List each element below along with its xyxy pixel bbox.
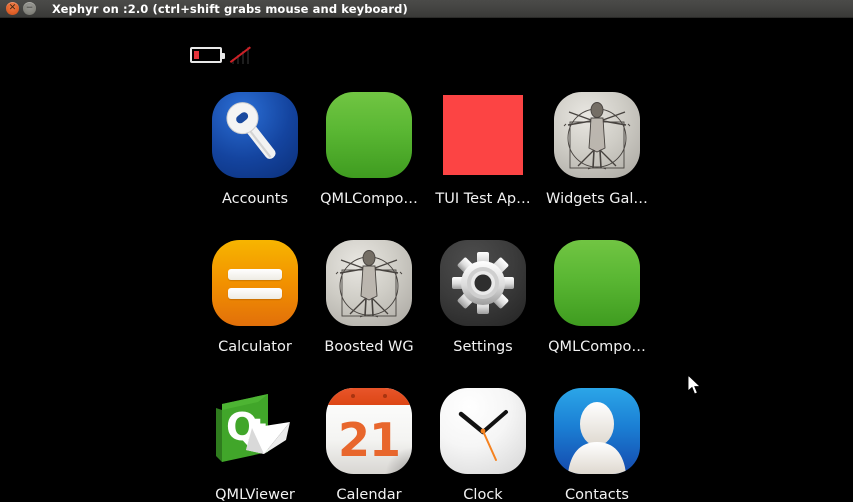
app-icon-wrapper[interactable] (550, 236, 644, 330)
app-label: Contacts (565, 487, 629, 502)
app-qmlcomponents-2[interactable]: QMLCompo… (540, 236, 654, 384)
equals-icon (212, 240, 298, 326)
status-bar (190, 44, 254, 66)
app-label: Widgets Gal… (546, 191, 648, 207)
signal-icon (229, 46, 254, 64)
battery-level (194, 51, 199, 59)
green-blank-icon (554, 240, 640, 326)
battery-icon (190, 47, 225, 63)
arrow-pointer-icon (687, 373, 702, 396)
key-icon (212, 92, 298, 178)
minimize-icon: − (25, 3, 34, 13)
close-button[interactable]: ✕ (6, 2, 19, 15)
vitruvian-icon (326, 240, 412, 326)
app-boosted-wg[interactable]: Boosted WG (312, 236, 426, 384)
red-square-icon (443, 95, 523, 175)
app-label: Accounts (221, 191, 289, 207)
app-label: QMLCompo… (548, 339, 646, 355)
calendar-ring-hole-1 (351, 394, 355, 398)
xephyr-window: ✕ − Xephyr on :2.0 (ctrl+shift grabs mou… (0, 0, 853, 502)
app-label: Settings (453, 339, 513, 355)
app-label: Clock (463, 487, 503, 502)
app-icon-wrapper[interactable] (322, 236, 416, 330)
app-contacts[interactable]: Contacts (540, 384, 654, 502)
gear-icon (440, 240, 526, 326)
app-icon-wrapper[interactable] (436, 88, 530, 182)
app-label: QMLCompo… (320, 191, 418, 207)
equals-bar-bottom (228, 288, 282, 299)
minimize-button[interactable]: − (23, 2, 36, 15)
app-label: Calendar (336, 487, 402, 502)
vitruvian-icon (554, 92, 640, 178)
app-clock[interactable]: Clock (426, 384, 540, 502)
app-grid: Accounts QMLCompo… TUI Test Ap… Widgets … (198, 88, 658, 502)
app-label: Boosted WG (324, 339, 414, 355)
calendar-ring-hole-2 (383, 394, 387, 398)
app-icon-wrapper[interactable] (208, 236, 302, 330)
app-icon-wrapper[interactable]: Q t (208, 384, 302, 478)
qt-logo-icon: Q t (212, 388, 298, 474)
app-icon-wrapper[interactable] (436, 236, 530, 330)
app-icon-wrapper[interactable]: 21 (322, 384, 416, 478)
calendar-header-band (326, 388, 412, 405)
app-qmlviewer[interactable]: Q t QMLViewer (198, 384, 312, 502)
app-calculator[interactable]: Calculator (198, 236, 312, 384)
launcher-desktop: Accounts QMLCompo… TUI Test Ap… Widgets … (0, 18, 853, 502)
app-accounts[interactable]: Accounts (198, 88, 312, 236)
green-blank-icon (326, 92, 412, 178)
close-icon: ✕ (8, 3, 17, 13)
app-calendar[interactable]: 21 Calendar (312, 384, 426, 502)
calendar-icon: 21 (326, 388, 412, 474)
window-title: Xephyr on :2.0 (ctrl+shift grabs mouse a… (52, 1, 408, 16)
calendar-page-curl (386, 448, 412, 474)
app-qmlcomponents-1[interactable]: QMLCompo… (312, 88, 426, 236)
app-icon-wrapper[interactable] (550, 88, 644, 182)
app-icon-wrapper[interactable] (208, 88, 302, 182)
app-settings[interactable]: Settings (426, 236, 540, 384)
analog-clock-icon (440, 388, 526, 474)
app-tui-test[interactable]: TUI Test Ap… (426, 88, 540, 236)
app-icon-wrapper[interactable] (436, 384, 530, 478)
equals-bar-top (228, 269, 282, 280)
app-label: TUI Test Ap… (435, 191, 531, 207)
app-icon-wrapper[interactable] (550, 384, 644, 478)
app-label: QMLViewer (215, 487, 295, 502)
window-controls: ✕ − (0, 2, 36, 15)
app-label: Calculator (218, 339, 292, 355)
app-icon-wrapper[interactable] (322, 88, 416, 182)
app-widgets-gallery[interactable]: Widgets Gal… (540, 88, 654, 236)
window-titlebar: ✕ − Xephyr on :2.0 (ctrl+shift grabs mou… (0, 0, 853, 18)
person-icon (554, 388, 640, 474)
